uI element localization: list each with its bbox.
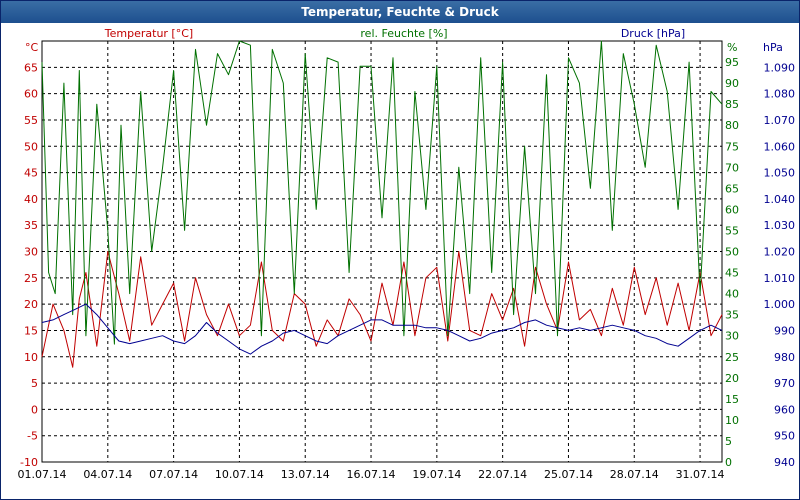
date-tick-label: 25.07.14 <box>544 468 593 481</box>
humidity-tick-label: 20 <box>725 372 739 385</box>
date-tick-label: 13.07.14 <box>281 468 330 481</box>
temperature-tick-label: 55 <box>24 114 38 127</box>
pressure-axis-label: Druck [hPa] <box>621 27 685 40</box>
pressure-tick-label: 1.040 <box>764 193 796 206</box>
temperature-tick-label: 10 <box>24 351 38 364</box>
temperature-tick-label: 65 <box>24 61 38 74</box>
pressure-tick-label: 1.090 <box>764 61 796 74</box>
humidity-tick-label: 45 <box>725 267 739 280</box>
pressure-tick-label: 940 <box>774 456 795 469</box>
temperature-ticks: -10-505101520253035404550556065 <box>20 61 38 469</box>
temperature-axis-unit: °C <box>25 41 39 54</box>
date-tick-label: 04.07.14 <box>83 468 132 481</box>
pressure-tick-label: 1.080 <box>764 88 796 101</box>
temperature-tick-label: 60 <box>24 88 38 101</box>
humidity-tick-label: 10 <box>725 414 739 427</box>
humidity-tick-label: 80 <box>725 119 739 132</box>
date-tick-label: 07.07.14 <box>149 468 198 481</box>
temperature-tick-label: 5 <box>31 377 38 390</box>
humidity-tick-label: 30 <box>725 330 739 343</box>
temperature-tick-label: 30 <box>24 246 38 259</box>
date-tick-label: 16.07.14 <box>347 468 396 481</box>
pressure-tick-label: 970 <box>774 377 795 390</box>
pressure-axis-unit: hPa <box>763 41 783 54</box>
humidity-tick-label: 85 <box>725 98 739 111</box>
humidity-axis-unit: % <box>727 41 737 54</box>
pressure-tick-label: 990 <box>774 324 795 337</box>
date-ticks: 01.07.14 04.07.14 07.07.14 10.07.14 13.07.14… <box>18 468 725 481</box>
humidity-tick-label: 25 <box>725 351 739 364</box>
temperature-tick-label: 35 <box>24 219 38 232</box>
humidity-tick-label: 90 <box>725 77 739 90</box>
date-tick-label: 10.07.14 <box>215 468 264 481</box>
humidity-tick-label: 40 <box>725 288 739 301</box>
pressure-tick-label: 1.070 <box>764 114 796 127</box>
temperature-tick-label: 40 <box>24 193 38 206</box>
temperature-tick-label: 45 <box>24 167 38 180</box>
humidity-tick-label: 50 <box>725 246 739 259</box>
pressure-tick-label: 960 <box>774 403 795 416</box>
date-tick-label: 28.07.14 <box>610 468 659 481</box>
pressure-ticks: 940 950 960 970 980 990 1.000 1.010 1.020 1.030 1.… <box>764 61 796 469</box>
temperature-tick-label: 50 <box>24 140 38 153</box>
pressure-tick-label: 1.030 <box>764 219 796 232</box>
date-tick-label: 01.07.14 <box>18 468 67 481</box>
humidity-axis-label: rel. Feuchte [%] <box>360 27 447 40</box>
temperature-tick-label: -5 <box>27 430 38 443</box>
humidity-tick-label: 0 <box>725 456 732 469</box>
temperature-tick-label: 0 <box>31 403 38 416</box>
temperature-tick-label: 25 <box>24 272 38 285</box>
humidity-tick-label: 35 <box>725 309 739 322</box>
temperature-tick-label: 15 <box>24 324 38 337</box>
humidity-tick-label: 5 <box>725 435 732 448</box>
pressure-tick-label: 1.050 <box>764 167 796 180</box>
pressure-tick-label: 950 <box>774 430 795 443</box>
humidity-tick-label: 70 <box>725 161 739 174</box>
humidity-tick-label: 15 <box>725 393 739 406</box>
chart-window: Temperatur, Feuchte & Druck -10 -5 0 5 10 15 2… <box>0 0 800 500</box>
pressure-tick-label: 1.060 <box>764 140 796 153</box>
humidity-tick-label: 60 <box>725 203 739 216</box>
humidity-tick-label: 95 <box>725 56 739 69</box>
humidity-tick-label: 55 <box>725 224 739 237</box>
temperature-tick-label: 20 <box>24 298 38 311</box>
temperature-axis-label: Temperatur [°C] <box>104 27 193 40</box>
chart: -10-505101520253035404550556065 05101520… <box>18 27 796 481</box>
humidity-tick-label: 75 <box>725 140 739 153</box>
date-tick-label: 19.07.14 <box>412 468 461 481</box>
date-tick-label: 22.07.14 <box>478 468 527 481</box>
pressure-tick-label: 1.020 <box>764 246 796 259</box>
pressure-tick-label: 980 <box>774 351 795 364</box>
date-tick-label: 31.07.14 <box>676 468 725 481</box>
humidity-ticks: 0 5 10 15 20 25 30 35 40 45 50 55 60 65 70 75 80 85 90 95 <box>725 56 739 469</box>
pressure-tick-label: 1.010 <box>764 272 796 285</box>
pressure-tick-label: 1.000 <box>764 298 796 311</box>
humidity-tick-label: 65 <box>725 182 739 195</box>
window-title: Temperatur, Feuchte & Druck <box>1 1 799 23</box>
